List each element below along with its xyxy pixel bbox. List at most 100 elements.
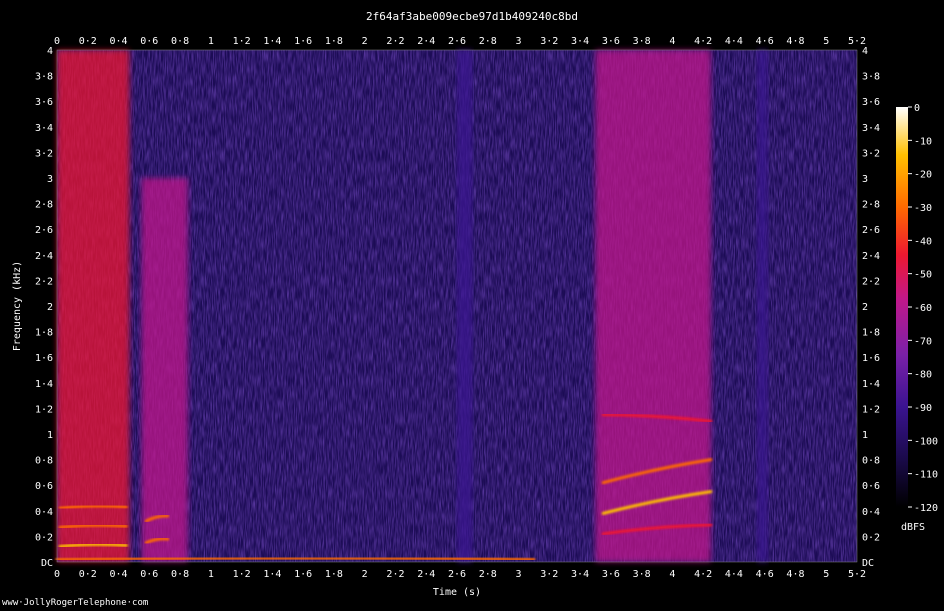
y-ticks-right: DC 0·2 0·4 0·6 0·8 1 1·2 1·4 1·6 1·8 2 2·2 2·4 2·6 2·8… (862, 46, 880, 569)
x-tick-label-top: 0·8 (171, 36, 189, 47)
colorbar-tick-label: -100 (914, 436, 938, 447)
x-tick-label-top: 5 (823, 36, 829, 47)
y-axis-label: Frequency (kHz) (12, 261, 23, 351)
y-tick-label-left: 0·6 (35, 481, 53, 492)
x-tick-label-bottom: 2 (362, 569, 368, 580)
y-tick-label-left: 3·6 (35, 97, 53, 108)
harmonic-track-9 (55, 556, 536, 561)
x-tick-label-top: 4 (669, 36, 675, 47)
colorbar-tick-label: -70 (914, 336, 932, 347)
x-tick-label-bottom: 0·6 (140, 569, 158, 580)
y-tick-label-right: 2·8 (862, 200, 880, 211)
x-tick-label-top: 2·6 (448, 36, 466, 47)
x-tick-label-top: 3·4 (571, 36, 589, 47)
colorbar: 0 -10 -20 -30 -40 -50 -60 -70 -80 -90 -100 -110 -120… (896, 103, 938, 533)
x-tick-label-bottom: 4·6 (756, 569, 774, 580)
y-tick-label-left: 2·8 (35, 200, 53, 211)
y-tick-label-right: 0·8 (862, 456, 880, 467)
y-tick-label-left: 3·2 (35, 148, 53, 159)
energy-region-3 (595, 50, 711, 562)
x-tick-label-top: 1·2 (233, 36, 251, 47)
y-tick-label-left: 2·4 (35, 251, 53, 262)
colorbar-tick-label: -90 (914, 403, 932, 414)
y-tick-label-right: 2·2 (862, 276, 880, 287)
y-tick-label-right: 3·6 (862, 97, 880, 108)
y-tick-label-right: 0·2 (862, 532, 880, 543)
x-tick-label-bottom: 2·6 (448, 569, 466, 580)
x-tick-label-bottom: 3·4 (571, 569, 589, 580)
x-tick-label-top: 3·8 (633, 36, 651, 47)
y-tick-label-left: 1·2 (35, 404, 53, 415)
x-axis-label: Time (s) (433, 587, 481, 598)
y-tick-label-left: 1·6 (35, 353, 53, 364)
x-tick-label-bottom: 0 (54, 569, 60, 580)
energy-region-2 (457, 50, 473, 562)
y-tick-label-right: 4 (862, 46, 868, 57)
x-tick-label-bottom: 5·2 (848, 569, 866, 580)
x-tick-label-top: 3 (516, 36, 522, 47)
x-tick-label-top: 2 (362, 36, 368, 47)
colorbar-tick-label: -110 (914, 470, 938, 481)
x-tick-label-top: 1·4 (263, 36, 281, 47)
y-tick-label-right: 1·2 (862, 404, 880, 415)
y-tick-label-right: 3 (862, 174, 868, 185)
x-tick-label-bottom: 1·2 (233, 569, 251, 580)
y-tick-label-left: 1·4 (35, 379, 53, 390)
x-tick-label-bottom: 3 (516, 569, 522, 580)
x-tick-label-bottom: 1 (208, 569, 214, 580)
y-tick-label-left: 0·2 (35, 532, 53, 543)
x-tick-label-top: 0·6 (140, 36, 158, 47)
x-tick-label-bottom: 4·4 (725, 569, 743, 580)
colorbar-tick-label: 0 (914, 103, 920, 114)
y-tick-label-right: 1 (862, 430, 868, 441)
x-tick-label-top: 0·4 (110, 36, 128, 47)
y-tick-label-left: 2·2 (35, 276, 53, 287)
x-tick-label-top: 4·6 (756, 36, 774, 47)
x-tick-label-bottom: 1·4 (263, 569, 281, 580)
colorbar-tick-label: -40 (914, 236, 932, 247)
x-tick-label-bottom: 3·2 (540, 569, 558, 580)
y-tick-label-left: 1 (47, 430, 53, 441)
colorbar-tick-label: -120 (914, 503, 938, 514)
y-tick-label-right: 3·4 (862, 123, 880, 134)
y-tick-label-left: 1·8 (35, 328, 53, 339)
x-tick-label-bottom: 0·4 (110, 569, 128, 580)
x-tick-label-top: 1·6 (294, 36, 312, 47)
x-ticks-bottom: 0 0·2 0·4 0·6 0·8 1 1·2 1·4 1·6 1·8 2 2·2 2·4 2·6 2·8 3… (54, 569, 866, 580)
y-tick-label-right: 2·6 (862, 225, 880, 236)
x-tick-label-bottom: 4·8 (786, 569, 804, 580)
y-tick-label-right: 2 (862, 302, 868, 313)
y-tick-label-left: DC (41, 558, 53, 569)
y-tick-label-left: 3·4 (35, 123, 53, 134)
colorbar-tick-label: -80 (914, 370, 932, 381)
y-tick-label-left: 0·4 (35, 507, 53, 518)
y-tick-label-right: 1·4 (862, 379, 880, 390)
y-tick-label-left: 4 (47, 46, 53, 57)
x-tick-label-top: 2·8 (479, 36, 497, 47)
x-tick-label-top: 1·8 (325, 36, 343, 47)
y-tick-label-right: DC (862, 558, 874, 569)
x-tick-label-bottom: 5 (823, 569, 829, 580)
y-tick-label-right: 3·8 (862, 72, 880, 83)
y-tick-label-right: 0·6 (862, 481, 880, 492)
x-tick-label-bottom: 0·2 (79, 569, 97, 580)
energy-region-1 (141, 178, 188, 562)
y-tick-label-right: 0·4 (862, 507, 880, 518)
y-ticks-left: DC 0·2 0·4 0·6 0·8 1 1·2 1·4 1·6 1·8 2 2·2 2·4 2·6 2·8… (35, 46, 53, 569)
y-tick-label-left: 2 (47, 302, 53, 313)
y-tick-label-left: 3·8 (35, 72, 53, 83)
x-tick-label-bottom: 2·2 (386, 569, 404, 580)
colorbar-tick-label: -20 (914, 170, 932, 181)
colorbar-gradient (896, 107, 908, 507)
spectrogram-chart: 2f64af3abe009ecbe97d1b409240c8bd 0 0·2 0·4… (12, 10, 938, 598)
x-tick-label-top: 4·2 (694, 36, 712, 47)
y-tick-label-right: 3·2 (862, 148, 880, 159)
y-tick-label-left: 0·8 (35, 456, 53, 467)
plot-area (55, 49, 858, 563)
x-tick-label-bottom: 3·6 (602, 569, 620, 580)
colorbar-tick-label: -30 (914, 203, 932, 214)
x-tick-label-top: 4·8 (786, 36, 804, 47)
energy-region-0 (57, 50, 130, 562)
x-tick-label-top: 0 (54, 36, 60, 47)
x-tick-label-bottom: 2·4 (417, 569, 435, 580)
